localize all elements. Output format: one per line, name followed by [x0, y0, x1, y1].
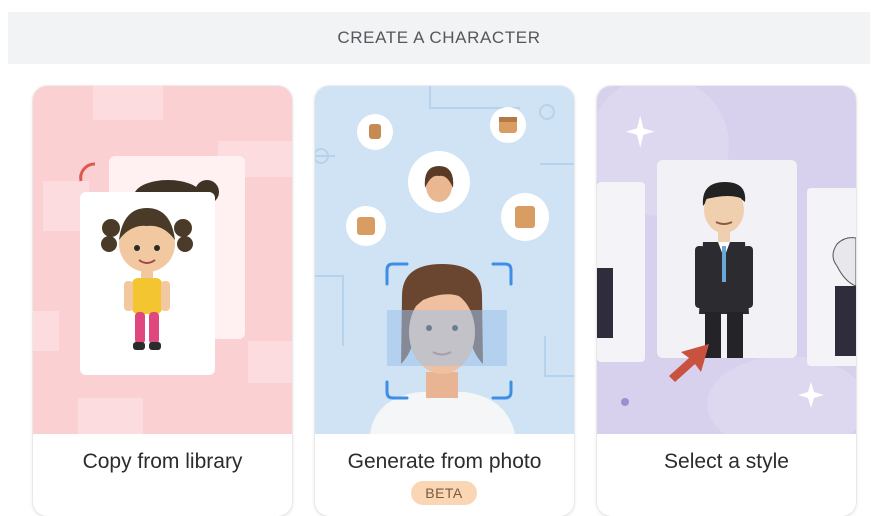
- select-a-style-card[interactable]: Select a style: [597, 86, 856, 516]
- card-label: Copy from library: [82, 450, 243, 473]
- style-illustration: [597, 86, 856, 434]
- photo-illustration: [315, 86, 574, 434]
- generate-from-photo-card[interactable]: Generate from photo BETA: [315, 86, 574, 516]
- library-illustration: [33, 86, 292, 434]
- page-title: CREATE A CHARACTER: [337, 28, 541, 47]
- beta-badge: BETA: [411, 481, 477, 505]
- page-header: CREATE A CHARACTER: [8, 12, 870, 64]
- copy-from-library-card[interactable]: Copy from library: [33, 86, 292, 516]
- card-label: Generate from photo: [347, 450, 542, 473]
- card-label: Select a style: [664, 450, 789, 473]
